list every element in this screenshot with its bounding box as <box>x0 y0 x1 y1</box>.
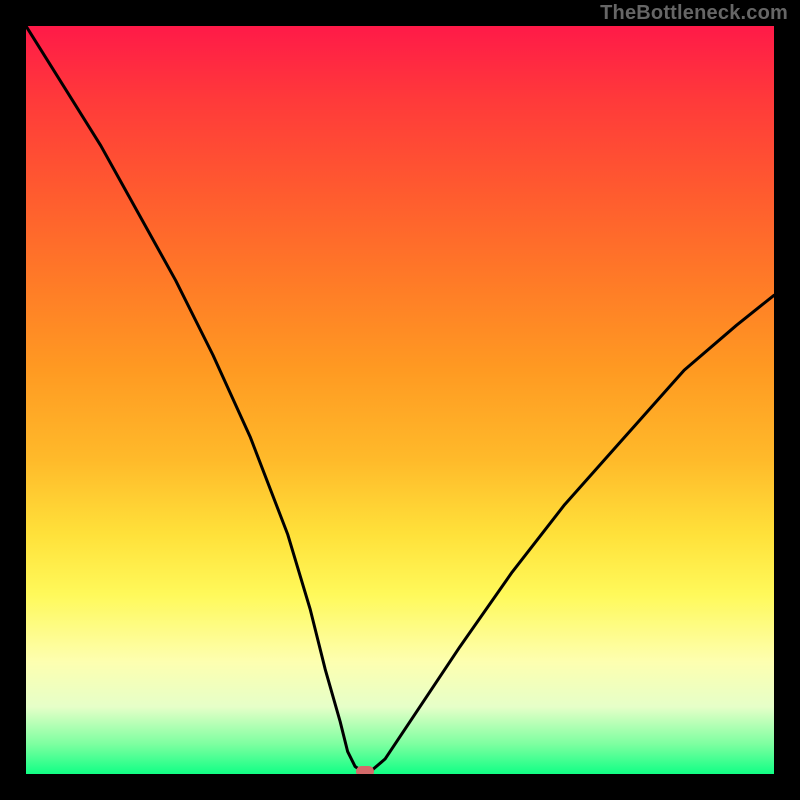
bottleneck-curve <box>26 26 774 772</box>
curve-svg <box>26 26 774 774</box>
plot-area <box>26 26 774 774</box>
chart-frame: TheBottleneck.com <box>0 0 800 800</box>
optimal-point-marker <box>356 766 374 774</box>
watermark-text: TheBottleneck.com <box>600 2 788 25</box>
